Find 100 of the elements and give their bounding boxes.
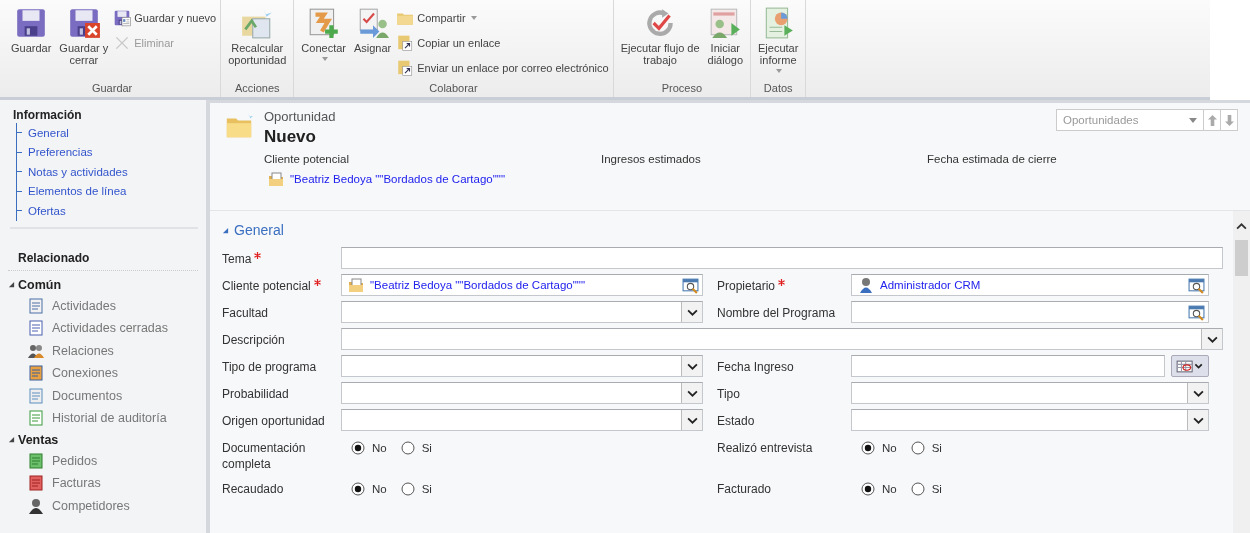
date-field[interactable] (851, 355, 1165, 377)
chevron-down-icon (686, 308, 698, 316)
dropdown-field[interactable] (851, 382, 1209, 404)
lookup-link[interactable]: "Beatriz Bedoya ""Bordados de Cartago""" (290, 173, 505, 185)
nav-link[interactable]: Ofertas (28, 204, 66, 217)
field-label: Nombre del Programa (717, 305, 837, 322)
field-label: Tipo (717, 386, 741, 403)
ribbon-button[interactable]: Guardar y cerrar (56, 6, 112, 80)
nav-item[interactable]: Relaciones (8, 339, 206, 362)
dialog-person-icon (708, 6, 743, 40)
radio-option[interactable]: No (861, 481, 897, 497)
ribbon-small-button[interactable]: Copiar un enlace (396, 31, 609, 54)
next-button[interactable] (1221, 109, 1238, 131)
nav-item[interactable]: Actividades (8, 294, 206, 317)
expand-triangle-icon (222, 226, 229, 234)
ribbon-button[interactable]: Ejecutar flujo de trabajo (617, 6, 703, 80)
clipboard-link-icon (396, 33, 415, 52)
group-label: Colaborar (428, 81, 479, 96)
field-label: Documentación completa (222, 440, 307, 472)
group-header[interactable]: Ventas (8, 429, 206, 450)
nav-item[interactable]: Historial de auditoría (8, 407, 206, 430)
previous-button[interactable] (1204, 109, 1221, 131)
group-label: Acciones (233, 81, 281, 96)
search-icon[interactable] (1188, 276, 1205, 294)
lookup-link[interactable]: "Beatriz Bedoya ""Bordados de Cartago""" (370, 279, 585, 291)
lookup-link[interactable]: Administrador CRM (880, 279, 981, 291)
scrollbar-thumb[interactable] (1235, 240, 1248, 276)
radio-option[interactable]: Si (910, 481, 942, 497)
radio-option[interactable]: No (861, 440, 897, 456)
field-label: Recaudado (222, 481, 285, 498)
lookup-field[interactable]: Administrador CRM (851, 274, 1209, 296)
dropdown-field[interactable] (341, 355, 703, 377)
dropdown-field[interactable] (851, 409, 1209, 431)
ribbon-button[interactable]: Guardar (8, 6, 55, 80)
lookup-field[interactable] (851, 301, 1209, 323)
summary-label: Fecha estimada de cierre (927, 153, 1057, 165)
group-label: Proceso (660, 81, 703, 96)
chevron-down-icon (1192, 416, 1204, 424)
field-label: Origen oportunidad (222, 413, 326, 430)
ribbon-button[interactable]: Recalcular oportunidad (225, 6, 290, 80)
summary-label: Ingresos estimados (601, 153, 702, 165)
dropdown-field[interactable] (341, 328, 1223, 350)
radio-button[interactable] (910, 441, 925, 455)
up-arrow-icon (1207, 114, 1217, 126)
radio-button[interactable] (910, 482, 925, 496)
dropdown-field[interactable] (341, 301, 703, 323)
radio-option[interactable]: No (351, 440, 387, 456)
field-label: Cliente potencial (222, 274, 341, 296)
radio-button[interactable] (400, 441, 415, 455)
ribbon-button[interactable]: Conectar (298, 6, 349, 80)
radio-option[interactable]: Si (910, 440, 942, 456)
nav-item[interactable]: Documentos (8, 384, 206, 407)
entity-label: Oportunidad (264, 109, 337, 124)
radio-button[interactable] (861, 441, 875, 455)
nav-item[interactable]: Conexiones (8, 362, 206, 385)
group-header[interactable]: Común (8, 274, 206, 295)
chevron-down-icon (1206, 335, 1218, 343)
required-icon (778, 279, 786, 286)
field-label: Tipo de programa (222, 359, 318, 376)
scrollbar[interactable] (1233, 211, 1250, 533)
calendar-button[interactable] (1171, 355, 1209, 377)
dropdown-field[interactable] (341, 382, 703, 404)
nav-item[interactable]: Competidores (8, 494, 206, 517)
nav-link[interactable]: Notas y actividades (28, 165, 128, 178)
search-icon[interactable] (682, 276, 699, 294)
ribbon-button[interactable]: Asignar (350, 6, 395, 80)
expand-triangle-icon (8, 281, 15, 288)
radio-button[interactable] (351, 441, 365, 455)
field-label: Realizó entrevista (717, 440, 814, 457)
ribbon-small-button[interactable]: Compartir (396, 6, 609, 29)
field-label: Probabilidad (222, 386, 290, 403)
field-label: Propietario (717, 274, 851, 296)
field-label: Tema (222, 247, 341, 269)
nav-item[interactable]: Actividades cerradas (8, 317, 206, 340)
calendar-icon (1175, 358, 1205, 374)
nav-item[interactable]: Facturas (8, 472, 206, 495)
people-icon (28, 342, 44, 359)
nav-link[interactable]: General (28, 126, 69, 139)
notepad-icon (28, 297, 44, 314)
ribbon-small-button[interactable]: Guardar y nuevo (113, 6, 217, 29)
field-label: Facturado (717, 481, 773, 498)
ribbon-button[interactable]: Iniciar diálogo (704, 6, 747, 80)
ribbon-small-button[interactable]: Enviar un enlace por correo electrónico (396, 56, 609, 79)
lookup-field[interactable]: "Beatriz Bedoya ""Bordados de Cartago""" (341, 274, 703, 296)
nav-link[interactable]: Preferencias (28, 146, 93, 159)
search-icon[interactable] (1188, 303, 1205, 321)
text-field[interactable] (341, 247, 1223, 269)
section-header[interactable]: General (222, 219, 1223, 241)
nav-link[interactable]: Elementos de línea (28, 185, 127, 198)
radio-button[interactable] (351, 482, 365, 496)
radio-option[interactable]: No (351, 481, 387, 497)
ribbon-button[interactable]: Ejecutar informe (755, 6, 802, 80)
radio-button[interactable] (861, 482, 875, 496)
radio-option[interactable]: Si (400, 481, 432, 497)
required-icon (313, 279, 321, 286)
radio-button[interactable] (400, 482, 415, 496)
nav-item[interactable]: Pedidos (8, 449, 206, 472)
dropdown-field[interactable] (341, 409, 703, 431)
group-label: Guardar (90, 81, 134, 96)
radio-option[interactable]: Si (400, 440, 432, 456)
